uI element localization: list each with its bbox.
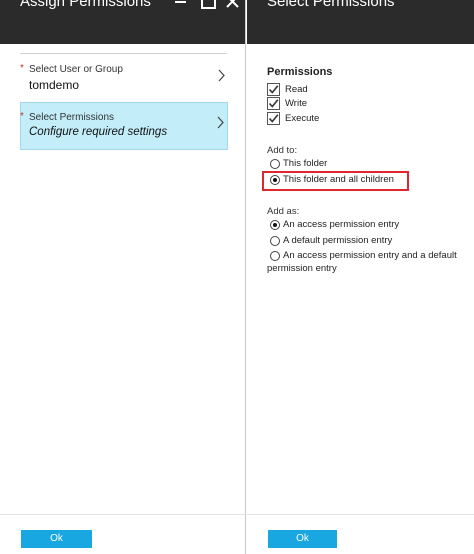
checkbox-write[interactable] (267, 96, 280, 110)
chevron-right-icon (218, 69, 225, 82)
required-marker: * (20, 111, 24, 122)
add-to-label: Add to: (267, 145, 298, 156)
checkbox-execute[interactable] (267, 111, 280, 125)
permissions-status-value: Configure required settings (29, 126, 168, 138)
radio-button-selected[interactable] (270, 220, 280, 230)
select-permissions-item[interactable]: * Select Permissions Configure required … (20, 102, 228, 150)
access-permission-entry-radio[interactable]: An access permission entry (270, 219, 470, 232)
write-checkbox[interactable]: Write (267, 96, 307, 110)
close-icon[interactable] (226, 0, 239, 8)
chevron-right-icon (217, 116, 224, 129)
title-bar: Assign Permissions (0, 0, 245, 44)
radio-button[interactable] (270, 251, 280, 261)
window-controls (174, 0, 239, 9)
assign-permissions-blade: Assign Permissions * Select User or Grou… (0, 0, 246, 554)
divider (20, 53, 227, 54)
ok-button[interactable]: Ok (21, 530, 92, 548)
access-and-default-entry-label: An access permission entry and a default… (267, 250, 457, 274)
title-bar: Select Permissions (247, 0, 474, 44)
access-and-default-entry-radio[interactable]: An access permission entry and a default… (267, 250, 470, 275)
footer-divider (0, 514, 245, 515)
highlight-box (262, 171, 409, 191)
add-as-label: Add as: (267, 206, 300, 217)
ok-button[interactable]: Ok (268, 530, 337, 548)
required-marker: * (20, 63, 24, 74)
select-user-label: Select User or Group (29, 64, 123, 75)
blade-title: Assign Permissions (20, 0, 151, 10)
this-folder-label: This folder (283, 158, 328, 169)
maximize-icon[interactable] (200, 0, 216, 9)
select-permissions-blade: Select Permissions Permissions Read Writ… (247, 0, 474, 554)
read-label: Read (285, 83, 308, 95)
minimize-icon[interactable] (174, 0, 187, 8)
checkbox-read[interactable] (267, 82, 280, 96)
blade-title: Select Permissions (267, 0, 395, 10)
select-permissions-label: Select Permissions (29, 112, 115, 123)
execute-checkbox[interactable]: Execute (267, 111, 319, 125)
read-checkbox[interactable]: Read (267, 82, 308, 96)
radio-button[interactable] (270, 236, 280, 246)
execute-label: Execute (285, 112, 320, 124)
selected-user-value: tomdemo (29, 78, 80, 92)
default-permission-entry-radio[interactable]: A default permission entry (270, 235, 470, 248)
select-user-or-group-item[interactable]: * Select User or Group tomdemo (20, 60, 228, 100)
footer-divider (247, 514, 474, 515)
this-folder-radio[interactable]: This folder (270, 158, 470, 171)
default-permission-entry-label: A default permission entry (283, 235, 393, 246)
radio-button[interactable] (270, 159, 280, 169)
permissions-heading: Permissions (267, 66, 333, 78)
write-label: Write (285, 97, 307, 109)
access-permission-entry-label: An access permission entry (283, 219, 400, 230)
